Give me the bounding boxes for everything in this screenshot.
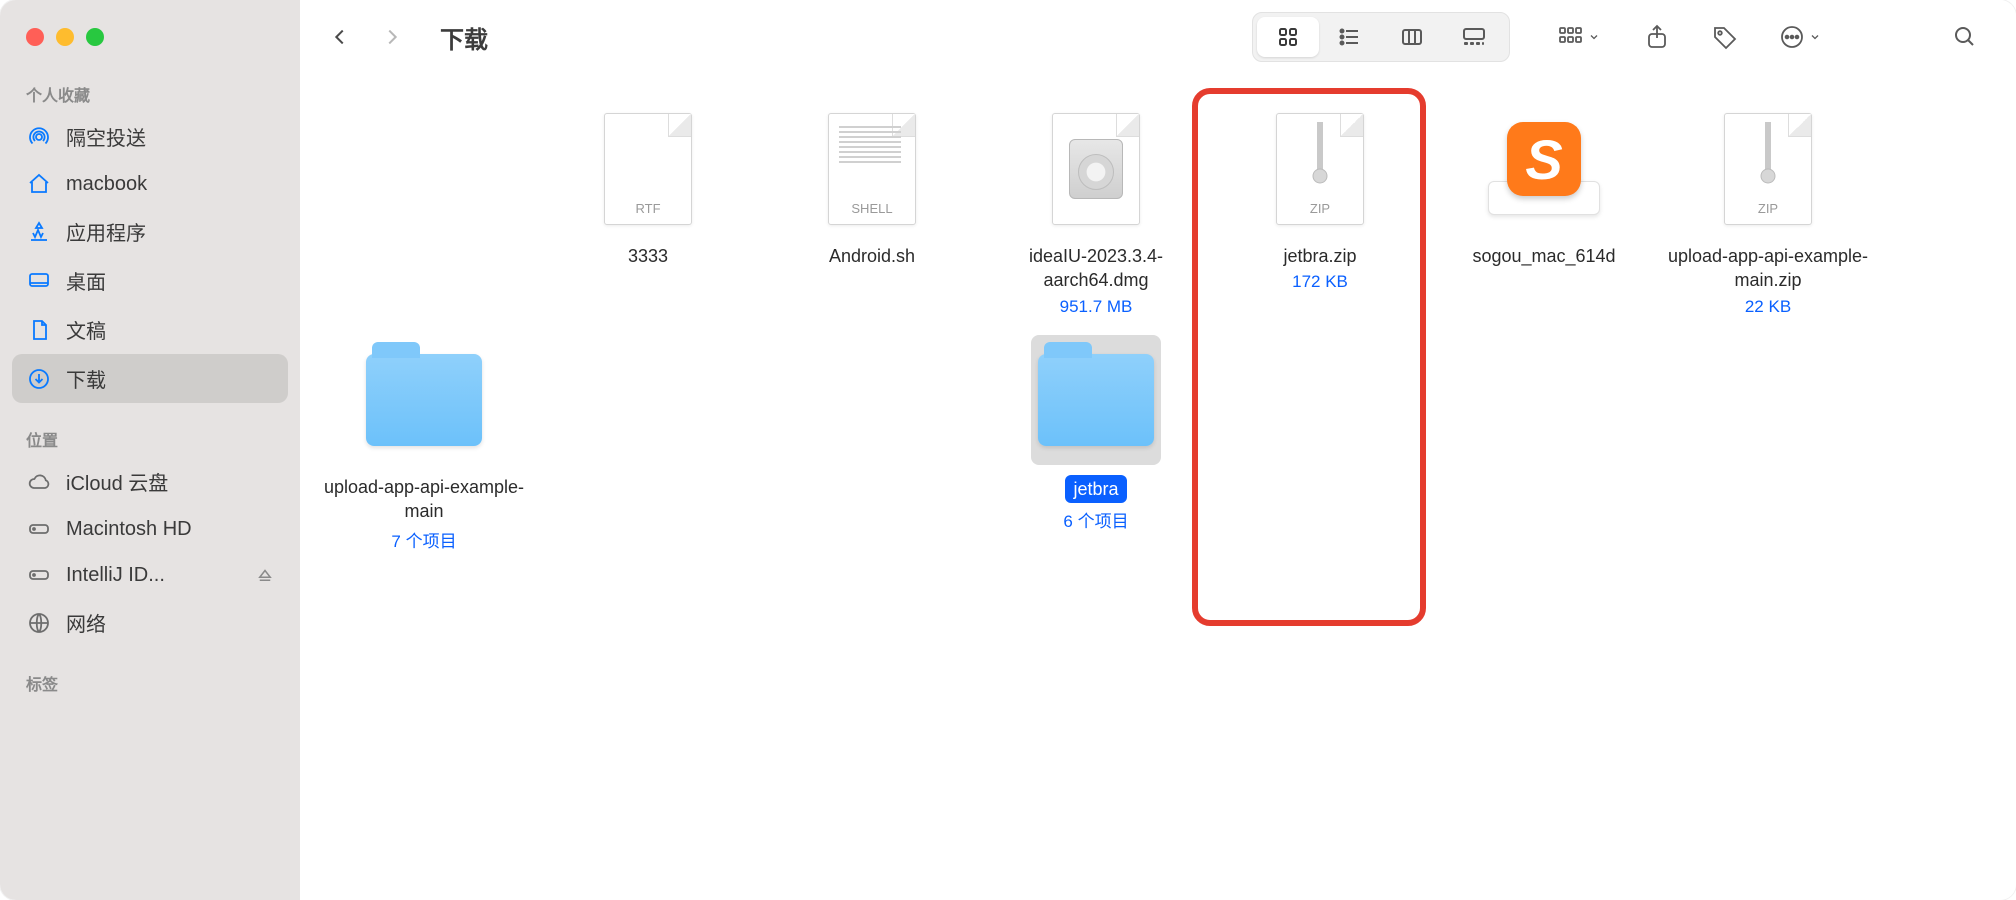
sidebar-label: 文稿 [66,315,106,344]
file-item[interactable]: S sogou_mac_614d [1432,98,1656,329]
sidebar-label: 应用程序 [66,217,146,246]
folder-icon [366,354,482,446]
file-item[interactable]: ZIP upload-app-api-example-main.zip 22 K… [1656,98,1880,329]
file-meta: 7 个项目 [391,527,456,552]
view-column-button[interactable] [1381,17,1443,57]
file-meta: 951.7 MB [1060,297,1133,317]
view-icon-button[interactable] [1257,17,1319,57]
sidebar-label: Macintosh HD [66,518,192,541]
file-thumb-folder [1031,335,1161,465]
back-button[interactable] [318,15,362,59]
file-thumb-shell: SHELL [807,104,937,234]
zipper-icon [1759,122,1777,184]
minimize-window-button[interactable] [56,28,74,46]
sidebar-item-macintosh-hd[interactable]: Macintosh HD [12,506,288,552]
file-item-selected[interactable]: jetbra 6 个项目 [984,329,1208,565]
sidebar-label: 下载 [66,364,106,393]
toolbar: 下载 [300,0,2016,74]
file-item[interactable]: RTF 3333 [536,98,760,329]
search-button[interactable] [1940,15,1990,59]
file-item[interactable]: upload-app-api-example-main 7 个项目 [312,329,536,565]
folder-icon [1038,354,1154,446]
eject-icon[interactable] [256,566,274,584]
file-meta: 172 KB [1292,272,1348,292]
forward-button[interactable] [370,15,414,59]
sidebar-label: macbook [66,173,147,196]
file-name: 3333 [628,244,668,268]
group-button[interactable] [1544,15,1614,59]
sidebar-label: 网络 [66,608,106,637]
sidebar-item-airdrop[interactable]: 隔空投送 [12,112,288,161]
view-switcher [1252,12,1510,62]
zipper-icon [1311,122,1329,184]
share-button[interactable] [1632,15,1682,59]
downloads-icon [26,366,52,392]
sidebar-item-applications[interactable]: 应用程序 [12,207,288,256]
file-name: sogou_mac_614d [1472,244,1615,268]
file-name: upload-app-api-example-main [319,475,529,524]
disk-icon [26,562,52,588]
file-grid-area[interactable]: RTF 3333 SHELL Android.sh [300,74,2016,900]
window-title: 下载 [440,20,488,55]
file-name: upload-app-api-example-main.zip [1663,244,1873,293]
file-name: ideaIU-2023.3.4-aarch64.dmg [991,244,1201,293]
file-thumb-rtf: RTF [583,104,713,234]
view-gallery-button[interactable] [1443,17,1505,57]
doc-type-label: SHELL [851,201,892,216]
doc-type-label: ZIP [1310,201,1330,216]
globe-icon [26,610,52,636]
file-name: jetbra [1065,475,1126,503]
desktop-icon [26,268,52,294]
main-area: 下载 [300,0,2016,900]
file-item[interactable]: ZIP jetbra.zip 172 KB [1208,98,1432,329]
zoom-window-button[interactable] [86,28,104,46]
app-logo-icon: S [1507,122,1581,196]
doc-type-label: ZIP [1758,201,1778,216]
apps-icon [26,219,52,245]
file-item[interactable]: ideaIU-2023.3.4-aarch64.dmg 951.7 MB [984,98,1208,329]
sidebar-item-downloads[interactable]: 下载 [12,354,288,403]
file-item[interactable]: SHELL Android.sh [760,98,984,329]
file-meta: 22 KB [1745,297,1791,317]
window-controls [12,22,288,74]
sidebar-section-tags: 标签 [12,663,288,701]
doc-type-label: RTF [635,201,660,216]
action-menu-button[interactable] [1768,15,1832,59]
file-name: jetbra.zip [1283,244,1356,268]
sidebar-label: IntelliJ ID... [66,564,165,587]
sidebar-item-desktop[interactable]: 桌面 [12,256,288,305]
sidebar-label: iCloud 云盘 [66,467,168,496]
airdrop-icon [26,124,52,150]
sidebar-item-intellij[interactable]: IntelliJ ID... [12,552,288,598]
tags-button[interactable] [1700,15,1750,59]
home-icon [26,171,52,197]
sidebar: 个人收藏 隔空投送 macbook 应用程序 桌面 [0,0,300,900]
file-thumb-folder [359,335,489,465]
cloud-icon [26,469,52,495]
sidebar-section-favorites: 个人收藏 [12,74,288,112]
sidebar-label: 桌面 [66,266,106,295]
file-thumb-zip: ZIP [1255,104,1385,234]
file-thumb-app: S [1479,104,1609,234]
document-icon [26,317,52,343]
file-grid: RTF 3333 SHELL Android.sh [312,98,2004,564]
sidebar-item-icloud[interactable]: iCloud 云盘 [12,457,288,506]
file-thumb-zip: ZIP [1703,104,1833,234]
view-list-button[interactable] [1319,17,1381,57]
disk-icon [26,516,52,542]
file-meta: 6 个项目 [1063,507,1128,532]
close-window-button[interactable] [26,28,44,46]
file-thumb-dmg [1031,104,1161,234]
sidebar-item-home[interactable]: macbook [12,161,288,207]
sidebar-item-documents[interactable]: 文稿 [12,305,288,354]
file-name: Android.sh [829,244,915,268]
sidebar-item-network[interactable]: 网络 [12,598,288,647]
sidebar-label: 隔空投送 [66,122,146,151]
sidebar-section-locations: 位置 [12,419,288,457]
